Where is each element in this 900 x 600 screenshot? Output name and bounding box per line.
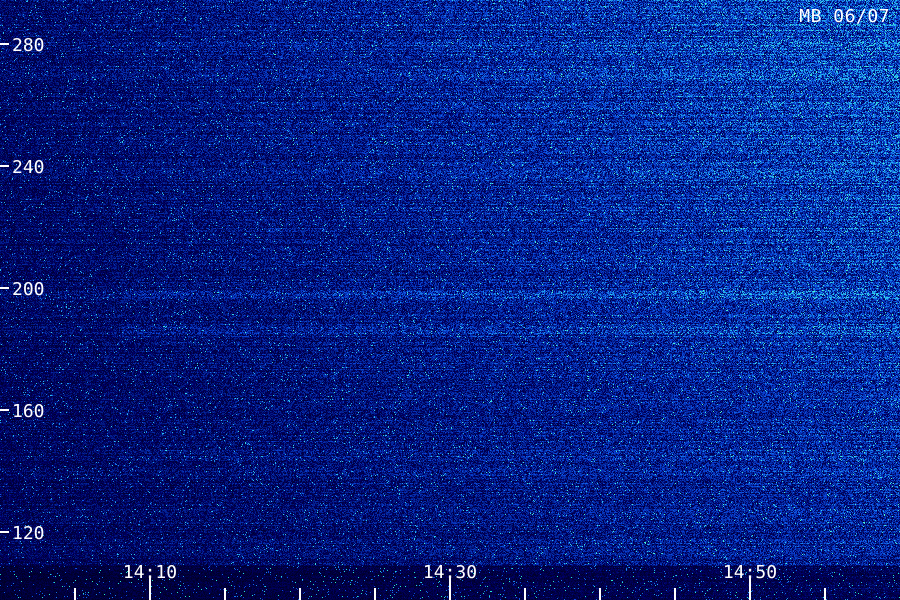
x-axis: 14:10 14:30 14:50 <box>74 562 826 600</box>
y-tick-label: 160 <box>12 401 45 422</box>
y-axis: 280 240 200 160 120 <box>0 35 45 544</box>
x-tick-label: 14:10 <box>123 562 177 583</box>
y-tick-label: 280 <box>12 35 45 56</box>
x-tick-label: 14:50 <box>723 562 777 583</box>
y-tick-label: 120 <box>12 523 45 544</box>
x-tick-label: 14:30 <box>423 562 477 583</box>
y-tick-label: 240 <box>12 157 45 178</box>
axes-overlay: 280 240 200 160 120 14:10 14:30 14:50 <box>0 35 826 600</box>
y-tick-label: 200 <box>12 279 45 300</box>
chart-title: MB 06/07 <box>799 6 890 27</box>
